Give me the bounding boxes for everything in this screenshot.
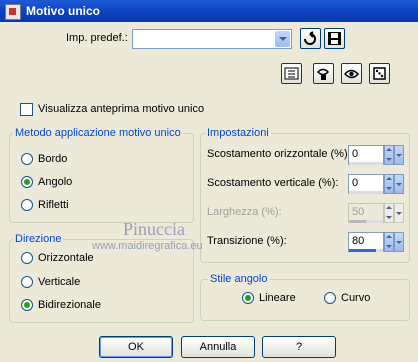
- offset-horizontal-spinner[interactable]: 0: [348, 145, 404, 167]
- chevron-down-icon[interactable]: [275, 31, 290, 47]
- width-spinner: 50: [348, 203, 404, 225]
- preset-label: Imp. predef.:: [66, 32, 128, 44]
- app-icon: [5, 4, 21, 20]
- transition-spinner[interactable]: 80: [348, 232, 404, 254]
- preview-checkbox[interactable]: [20, 103, 33, 116]
- chevron-down-icon[interactable]: [394, 232, 404, 252]
- radio-angolo-label[interactable]: Angolo: [38, 176, 72, 188]
- radio-bidirezionale-label[interactable]: Bidirezionale: [38, 299, 101, 311]
- corner-style-group-title: Stile angolo: [208, 273, 270, 285]
- corner-style-group: [200, 279, 410, 321]
- method-group-title: Metodo applicazione motivo unico: [13, 127, 183, 139]
- randomize-button[interactable]: [369, 63, 390, 84]
- spin-arrows-icon: [384, 203, 394, 223]
- radio-lineare-label[interactable]: Lineare: [259, 292, 296, 304]
- chevron-down-icon: [394, 203, 404, 223]
- spin-arrows-icon[interactable]: [384, 145, 394, 165]
- radio-verticale-label[interactable]: Verticale: [38, 276, 80, 288]
- cancel-button[interactable]: Annulla: [181, 336, 255, 358]
- window-title: Motivo unico: [26, 4, 100, 18]
- preset-dropdown[interactable]: [132, 29, 292, 49]
- ok-button[interactable]: OK: [99, 336, 173, 358]
- save-preset-button[interactable]: [324, 28, 345, 49]
- help-button[interactable]: ?: [262, 336, 336, 358]
- randomize-dice-icon: [373, 67, 386, 80]
- radio-bordo-label[interactable]: Bordo: [38, 153, 67, 165]
- transition-label: Transizione (%):: [207, 235, 287, 247]
- radio-bidirezionale[interactable]: [21, 299, 33, 311]
- list-view-button[interactable]: [281, 63, 302, 84]
- proof-icon: [316, 68, 330, 80]
- width-level: [349, 220, 366, 223]
- method-group: [9, 133, 194, 223]
- spin-arrows-icon[interactable]: [384, 174, 394, 194]
- preview-checkbox-label[interactable]: Visualizza anteprima motivo unico: [38, 103, 204, 115]
- load-preset-button[interactable]: [300, 28, 321, 49]
- width-label: Larghezza (%):: [207, 206, 282, 218]
- radio-curvo[interactable]: [324, 292, 336, 304]
- radio-rifletti[interactable]: [21, 199, 33, 211]
- offset-horizontal-label: Scostamento orizzontale (%):: [207, 148, 351, 160]
- chevron-down-icon[interactable]: [394, 145, 404, 165]
- transition-level[interactable]: [349, 249, 377, 252]
- eye-icon: [343, 69, 360, 79]
- watermark-url: www.maidiregrafica.eu: [92, 240, 203, 252]
- direction-group-title: Direzione: [13, 233, 64, 245]
- radio-orizzontale[interactable]: [21, 252, 33, 264]
- proof-button[interactable]: [313, 63, 334, 84]
- title-bar: Motivo unico: [0, 0, 418, 22]
- radio-verticale[interactable]: [21, 276, 33, 288]
- eye-button[interactable]: [341, 63, 362, 84]
- settings-group-title: Impostazioni: [205, 127, 271, 139]
- offset-vertical-spinner[interactable]: 0: [348, 174, 404, 196]
- radio-curvo-label[interactable]: Curvo: [341, 292, 370, 304]
- offset-vertical-label: Scostamento verticale (%):: [207, 177, 339, 189]
- radio-orizzontale-label[interactable]: Orizzontale: [38, 252, 94, 264]
- radio-rifletti-label[interactable]: Rifletti: [38, 199, 69, 211]
- save-preset-icon: [328, 32, 341, 45]
- load-preset-icon: [304, 31, 316, 45]
- radio-lineare[interactable]: [242, 292, 254, 304]
- radio-bordo[interactable]: [21, 153, 33, 165]
- spin-arrows-icon[interactable]: [384, 232, 394, 252]
- radio-angolo[interactable]: [21, 176, 33, 188]
- chevron-down-icon[interactable]: [394, 174, 404, 194]
- list-view-icon: [284, 67, 299, 80]
- watermark-name: Pinuccia: [123, 219, 185, 239]
